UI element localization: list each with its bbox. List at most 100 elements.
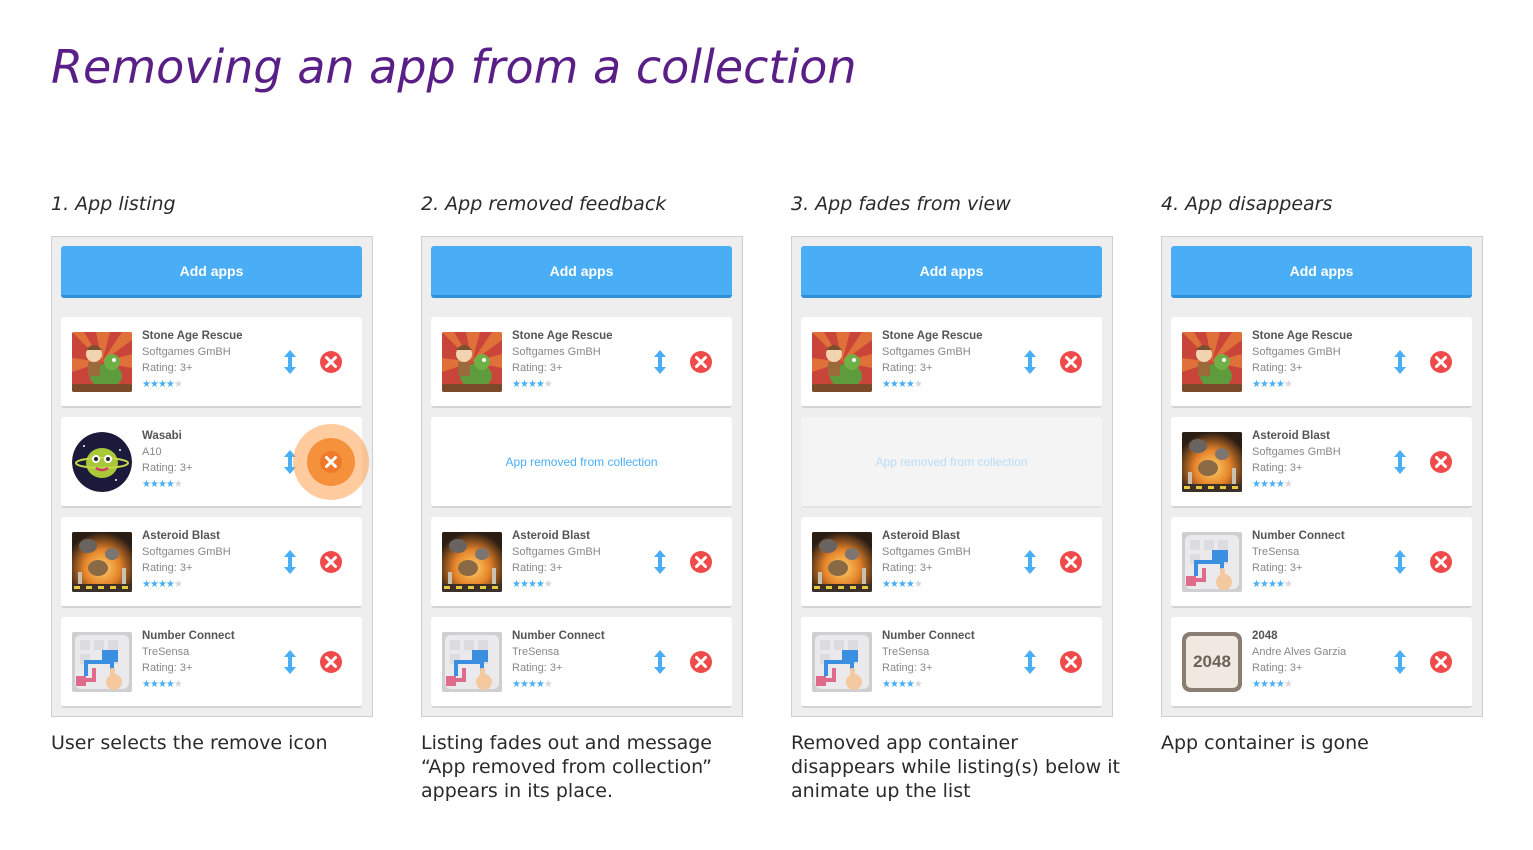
star-rating: ★★★★★	[882, 679, 923, 690]
remove-x-circle-icon[interactable]	[1429, 450, 1453, 474]
star-rating: ★★★★★	[142, 479, 183, 490]
app-thumbnail	[72, 532, 132, 592]
app-name: Asteroid Blast	[512, 530, 590, 542]
app-thumbnail	[72, 432, 132, 492]
up-down-arrow-icon[interactable]	[651, 549, 669, 575]
star-rating: ★★★★★	[512, 679, 553, 690]
app-rating: Rating: 3+	[1252, 362, 1303, 374]
app-name: Stone Age Rescue	[142, 330, 243, 342]
app-thumbnail	[442, 532, 502, 592]
add-apps-button[interactable]: Add apps	[801, 246, 1102, 298]
app-card-stone-age-rescue: Stone Age Rescue Softgames GmBH Rating: …	[801, 317, 1102, 408]
app-thumbnail	[812, 332, 872, 392]
step-1-caption: User selects the remove icon	[51, 732, 328, 754]
app-developer: TreSensa	[512, 646, 560, 658]
app-thumbnail	[1182, 532, 1242, 592]
remove-x-circle-icon[interactable]	[689, 350, 713, 374]
app-thumbnail	[1182, 332, 1242, 392]
app-rating: Rating: 3+	[512, 362, 563, 374]
app-card-number-connect: Number Connect TreSensa Rating: 3+ ★★★★★	[801, 617, 1102, 708]
removed-message-card-faded: App removed from collection	[801, 417, 1102, 508]
remove-x-circle-icon[interactable]	[689, 650, 713, 674]
up-down-arrow-icon[interactable]	[1391, 449, 1409, 475]
step-3-caption: Removed app container disappears while l…	[791, 732, 1120, 802]
up-down-arrow-icon[interactable]	[1021, 549, 1039, 575]
app-developer: Softgames GmBH	[882, 546, 971, 558]
app-developer: Softgames GmBH	[512, 546, 601, 558]
remove-x-circle-icon[interactable]	[319, 350, 343, 374]
app-name: 2048	[1252, 630, 1278, 642]
app-card-2048: 2048 2048 Andre Alves Garzia Rating: 3+ …	[1171, 617, 1472, 708]
removed-message-card: App removed from collection	[431, 417, 732, 508]
remove-x-circle-icon[interactable]	[1429, 350, 1453, 374]
star-rating: ★★★★★	[1252, 579, 1293, 590]
collection-panel: Add apps Stone Age Rescue Softgames GmBH…	[51, 236, 373, 717]
up-down-arrow-icon[interactable]	[1391, 649, 1409, 675]
app-name: Stone Age Rescue	[1252, 330, 1353, 342]
up-down-arrow-icon[interactable]	[1021, 349, 1039, 375]
step-3-column: 3. App fades from view Add apps Stone Ag…	[791, 193, 1120, 802]
collection-panel: Add apps Stone Age Rescue Softgames GmBH…	[421, 236, 743, 717]
app-name: Asteroid Blast	[1252, 430, 1330, 442]
step-2-column: 2. App removed feedback Add apps Stone A…	[421, 193, 743, 802]
up-down-arrow-icon[interactable]	[1391, 349, 1409, 375]
tile-2048-text: 2048	[1186, 636, 1238, 688]
app-card-asteroid-blast: Asteroid Blast Softgames GmBH Rating: 3+…	[801, 517, 1102, 608]
app-card-number-connect: Number Connect TreSensa Rating: 3+ ★★★★★	[431, 617, 732, 708]
app-developer: Andre Alves Garzia	[1252, 646, 1347, 658]
up-down-arrow-icon[interactable]	[1391, 549, 1409, 575]
app-thumbnail	[812, 532, 872, 592]
remove-x-circle-icon[interactable]	[1059, 350, 1083, 374]
app-name: Number Connect	[142, 630, 235, 642]
star-rating: ★★★★★	[1252, 379, 1293, 390]
remove-x-circle-icon[interactable]	[1429, 550, 1453, 574]
app-thumbnail	[812, 632, 872, 692]
star-rating: ★★★★★	[512, 579, 553, 590]
app-rating: Rating: 3+	[142, 362, 193, 374]
app-rating: Rating: 3+	[882, 662, 933, 674]
collection-panel: Add apps Stone Age Rescue Softgames GmBH…	[1161, 236, 1483, 717]
up-down-arrow-icon[interactable]	[651, 349, 669, 375]
add-apps-button[interactable]: Add apps	[1171, 246, 1472, 298]
up-down-arrow-icon[interactable]	[281, 649, 299, 675]
app-thumbnail	[442, 632, 502, 692]
app-developer: A10	[142, 446, 162, 458]
app-card-stone-age-rescue: Stone Age Rescue Softgames GmBH Rating: …	[61, 317, 362, 408]
step-2-caption: Listing fades out and message “App remov…	[421, 732, 713, 802]
add-apps-button[interactable]: Add apps	[431, 246, 732, 298]
app-developer: TreSensa	[1252, 546, 1300, 558]
remove-x-circle-icon[interactable]	[1429, 650, 1453, 674]
app-card-wasabi: Wasabi A10 Rating: 3+ ★★★★★	[61, 417, 369, 508]
star-rating: ★★★★★	[142, 379, 183, 390]
remove-x-circle-icon[interactable]	[319, 550, 343, 574]
remove-x-circle-icon[interactable]	[689, 550, 713, 574]
app-rating: Rating: 3+	[1252, 662, 1303, 674]
add-apps-button[interactable]: Add apps	[61, 246, 362, 298]
app-rating: Rating: 3+	[142, 662, 193, 674]
up-down-arrow-icon[interactable]	[281, 549, 299, 575]
app-rating: Rating: 3+	[1252, 562, 1303, 574]
app-thumbnail	[1182, 432, 1242, 492]
star-rating: ★★★★★	[882, 379, 923, 390]
app-thumbnail	[72, 632, 132, 692]
app-rating: Rating: 3+	[882, 562, 933, 574]
step-4-caption: App container is gone	[1161, 732, 1369, 754]
app-name: Stone Age Rescue	[882, 330, 983, 342]
app-developer: Softgames GmBH	[512, 346, 601, 358]
app-name: Stone Age Rescue	[512, 330, 613, 342]
remove-x-circle-icon[interactable]	[1059, 550, 1083, 574]
remove-x-circle-icon[interactable]	[1059, 650, 1083, 674]
app-developer: Softgames GmBH	[142, 346, 231, 358]
star-rating: ★★★★★	[142, 579, 183, 590]
app-name: Number Connect	[512, 630, 605, 642]
remove-x-circle-icon[interactable]	[319, 650, 343, 674]
up-down-arrow-icon[interactable]	[1021, 649, 1039, 675]
remove-x-circle-icon[interactable]	[319, 450, 343, 474]
app-name: Asteroid Blast	[882, 530, 960, 542]
up-down-arrow-icon[interactable]	[651, 649, 669, 675]
step-4-label: 4. App disappears	[1161, 193, 1333, 215]
app-developer: TreSensa	[142, 646, 190, 658]
app-name: Number Connect	[1252, 530, 1345, 542]
app-card-asteroid-blast: Asteroid Blast Softgames GmBH Rating: 3+…	[1171, 417, 1472, 508]
up-down-arrow-icon[interactable]	[281, 349, 299, 375]
